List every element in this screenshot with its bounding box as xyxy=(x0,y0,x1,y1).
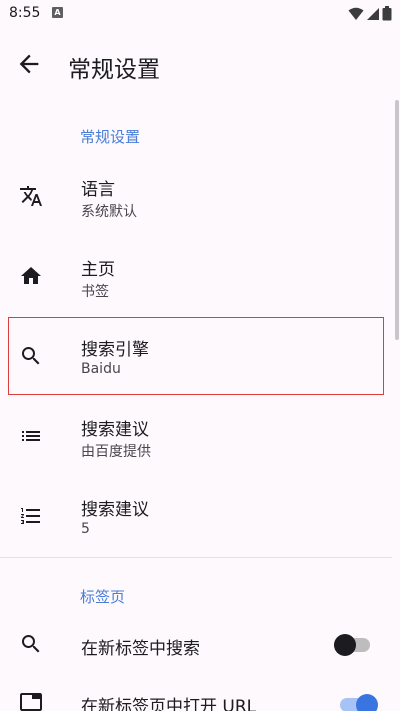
home-icon xyxy=(21,267,41,284)
numbered-list-icon xyxy=(21,508,40,524)
tab-icon xyxy=(20,693,42,711)
back-button[interactable] xyxy=(15,50,43,78)
section-header-general: 常规设置 xyxy=(80,128,141,146)
status-icons xyxy=(348,6,392,21)
translate-icon xyxy=(20,186,42,206)
toggle-switch-off[interactable] xyxy=(334,634,356,656)
pref-title: 主页 xyxy=(81,260,115,280)
pref-summary: 由百度提供 xyxy=(81,444,151,460)
status-time: 8:55 xyxy=(9,5,41,21)
pref-title: 搜索建议 xyxy=(81,420,149,440)
pref-summary: 书签 xyxy=(81,284,109,300)
pref-search-in-new-tab[interactable]: 在新标签中搜索 xyxy=(0,616,392,672)
pref-search-suggestions-count[interactable]: 搜索建议 5 xyxy=(0,477,392,557)
arrow-back-icon xyxy=(19,54,39,74)
scrollbar[interactable] xyxy=(395,100,399,340)
app-bar: 常规设置 xyxy=(0,36,400,92)
pref-search-suggestions[interactable]: 搜索建议 由百度提供 xyxy=(0,397,392,477)
list-icon xyxy=(22,431,40,441)
pref-open-url-in-new-tab[interactable]: 在新标签页中打开 URL xyxy=(0,672,392,711)
pref-summary: 系统默认 xyxy=(81,204,137,220)
pref-title: 在新标签页中打开 URL xyxy=(81,697,257,711)
pref-language[interactable]: 语言 系统默认 xyxy=(0,157,392,237)
toggle-switch-on[interactable] xyxy=(356,694,378,711)
section-divider xyxy=(0,557,392,558)
status-bar: 8:55 A xyxy=(0,0,400,28)
signal-icon xyxy=(367,7,379,20)
search-icon xyxy=(22,635,40,653)
pref-title: 语言 xyxy=(81,180,115,200)
pref-home-page[interactable]: 主页 书签 xyxy=(0,237,392,317)
battery-icon xyxy=(382,6,392,21)
page-title: 常规设置 xyxy=(68,57,160,83)
wifi-icon xyxy=(348,7,364,20)
notification-a-icon: A xyxy=(52,7,63,18)
pref-title: 在新标签中搜索 xyxy=(81,639,200,659)
pref-title: 搜索建议 xyxy=(81,500,149,520)
section-header-tabs: 标签页 xyxy=(80,588,126,606)
highlight-box xyxy=(8,317,384,395)
pref-summary: 5 xyxy=(81,521,90,537)
